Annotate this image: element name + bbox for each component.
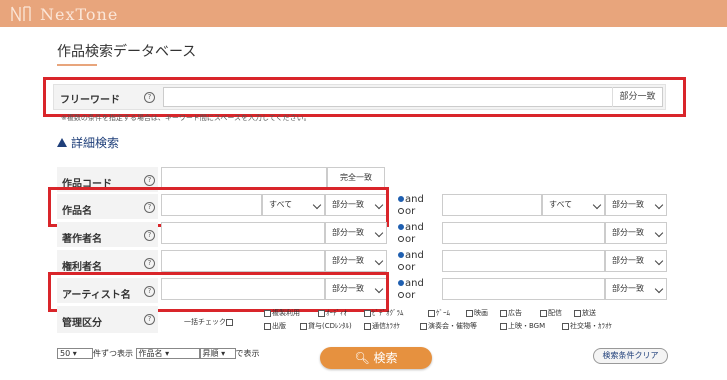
chevron-down-icon xyxy=(654,284,664,294)
chevron-down-icon xyxy=(374,256,384,266)
author-label: 著作者名 xyxy=(62,234,102,245)
author-andor[interactable]: and or xyxy=(398,222,424,246)
chevron-down-icon xyxy=(654,256,664,266)
category-label: 管理区分 xyxy=(62,318,102,329)
checkbox[interactable] xyxy=(364,322,371,330)
checkbox[interactable] xyxy=(226,318,233,326)
search-icon: 🔍︎ xyxy=(354,351,370,365)
work-name-scope-select-2[interactable]: すべて xyxy=(542,194,605,216)
checkbox[interactable] xyxy=(318,309,325,317)
category-options: 一括チェック 複製利用 ｵｰﾃﾞｨｵ ﾋﾞﾃﾞｵｸﾞﾗﾑ ｹﾞｰﾑ 映画 広告 … xyxy=(184,309,612,330)
checkbox[interactable] xyxy=(500,309,507,317)
and-radio[interactable] xyxy=(398,196,404,202)
search-button[interactable]: 🔍︎ 検索 xyxy=(320,347,432,369)
work-name-andor[interactable]: and or xyxy=(398,194,424,218)
checkbox[interactable] xyxy=(562,322,569,330)
chevron-down-icon xyxy=(654,200,664,210)
and-radio[interactable] xyxy=(398,280,404,286)
checkbox[interactable] xyxy=(264,322,271,330)
rights-input-1[interactable] xyxy=(161,250,325,272)
logo-mark-icon xyxy=(10,5,32,23)
chevron-down-icon xyxy=(592,200,602,210)
author-match-select-1[interactable]: 部分一致 xyxy=(325,222,387,244)
rights-input-2[interactable] xyxy=(442,250,605,272)
rights-label: 権利者名 xyxy=(62,262,102,273)
or-radio[interactable] xyxy=(398,264,404,270)
rights-match-select-2[interactable]: 部分一致 xyxy=(605,250,667,272)
rights-match-select-1[interactable]: 部分一致 xyxy=(325,250,387,272)
or-radio[interactable] xyxy=(398,236,404,242)
bulk-check[interactable]: 一括チェック xyxy=(184,317,234,327)
or-radio[interactable] xyxy=(398,292,404,298)
triangle-up-icon xyxy=(57,138,67,147)
and-radio[interactable] xyxy=(398,252,404,258)
or-radio[interactable] xyxy=(398,208,404,214)
checkbox[interactable] xyxy=(420,322,427,330)
rights-andor[interactable]: and or xyxy=(398,250,424,274)
checkbox[interactable] xyxy=(500,322,507,330)
result-options: 50 ▾ 件ずつ表示 作品名 ▾ 昇順 ▾ で表示 xyxy=(57,348,260,359)
author-input-1[interactable] xyxy=(161,222,325,244)
nextone-logo[interactable]: NexTone xyxy=(10,4,118,24)
checkbox[interactable] xyxy=(264,309,271,317)
checkbox[interactable] xyxy=(466,309,473,317)
checkbox[interactable] xyxy=(364,309,371,317)
chevron-down-icon xyxy=(654,228,664,238)
help-icon[interactable]: ? xyxy=(144,314,155,325)
help-icon[interactable]: ? xyxy=(144,175,155,186)
checkbox[interactable] xyxy=(428,309,435,317)
sort-field-select[interactable]: 作品名 ▾ xyxy=(135,348,200,359)
sort-order-select[interactable]: 昇順 ▾ xyxy=(199,348,236,359)
per-page-select[interactable]: 50 ▾ xyxy=(57,348,93,359)
highlight-free-word xyxy=(43,77,686,117)
work-name-match-select-2[interactable]: 部分一致 xyxy=(605,194,667,216)
checkbox[interactable] xyxy=(574,309,581,317)
author-input-2[interactable] xyxy=(442,222,605,244)
clear-conditions-button[interactable]: 検索条件クリア xyxy=(593,348,668,364)
work-name-input-2[interactable] xyxy=(442,194,542,216)
artist-andor[interactable]: and or xyxy=(398,278,424,302)
and-radio[interactable] xyxy=(398,224,404,230)
advanced-search-label: 詳細検索 xyxy=(71,136,120,150)
chevron-down-icon xyxy=(374,228,384,238)
work-code-input[interactable] xyxy=(161,167,327,189)
artist-input-2[interactable] xyxy=(442,278,605,300)
category-label-cell: 管理区分 ? xyxy=(57,306,158,334)
checkbox[interactable] xyxy=(300,322,307,330)
work-code-match[interactable]: 完全一致 xyxy=(327,167,385,189)
title-underline xyxy=(57,64,97,66)
author-label-cell: 著作者名 ? xyxy=(57,222,158,248)
artist-match-select-2[interactable]: 部分一致 xyxy=(605,278,667,300)
logo-text: NexTone xyxy=(40,4,119,24)
free-word-note: ※複数の条件を指定する場合は、キーワード間にスペースを入力してください。 xyxy=(61,114,311,122)
help-icon[interactable]: ? xyxy=(144,258,155,269)
checkbox[interactable] xyxy=(540,309,547,317)
top-bar: NexTone xyxy=(0,0,727,27)
help-icon[interactable]: ? xyxy=(144,230,155,241)
highlight-work-name xyxy=(48,187,389,227)
page-title: 作品検索データベース xyxy=(57,44,197,60)
advanced-search-toggle[interactable]: 詳細検索 xyxy=(57,134,119,151)
author-match-select-2[interactable]: 部分一致 xyxy=(605,222,667,244)
